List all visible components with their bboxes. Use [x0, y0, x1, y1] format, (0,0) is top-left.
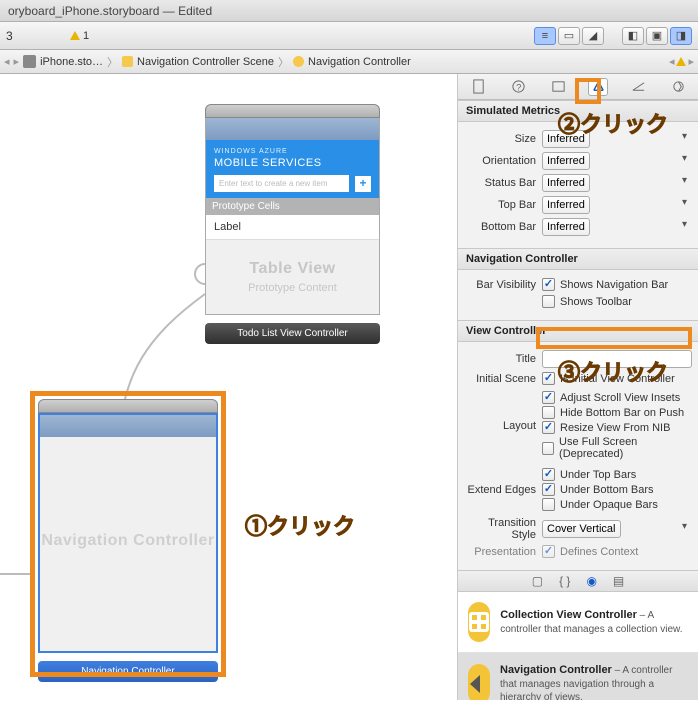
toolbar: 3 1 ≡ ▭ ◢ ◧ ▣ ◨: [0, 22, 698, 50]
toggle-utilities-button[interactable]: ◨: [670, 27, 692, 45]
status bar-select[interactable]: Inferred: [542, 174, 590, 192]
size-inspector-tab[interactable]: [628, 78, 648, 96]
scene-titlebar: [205, 104, 380, 118]
scene-label: Navigation Controller: [38, 661, 218, 682]
attributes-inspector-tab[interactable]: [588, 78, 608, 96]
azure-header: WINDOWS AZURE MOBILE SERVICES Enter text…: [206, 140, 379, 198]
inspector-tab-bar: ?: [458, 74, 698, 100]
transition-style-select[interactable]: Cover Vertical: [542, 520, 621, 538]
connections-inspector-tab[interactable]: [668, 78, 688, 96]
new-item-input[interactable]: Enter text to create a new item: [214, 175, 349, 192]
standard-editor-button[interactable]: ≡: [534, 27, 556, 45]
library-item[interactable]: Navigation Controller – A controller tha…: [458, 653, 698, 700]
toggle-debug-button[interactable]: ▣: [646, 27, 668, 45]
scene-titlebar: [38, 399, 218, 413]
crumb-file[interactable]: iPhone.sto…: [40, 56, 103, 68]
svg-text:?: ?: [516, 82, 521, 92]
storyboard-icon: [23, 55, 36, 68]
bottom bar-select[interactable]: Inferred: [542, 218, 590, 236]
editor-mode-group: ≡ ▭ ◢: [534, 27, 604, 45]
prototype-cell[interactable]: Label: [206, 215, 379, 240]
section-nav-controller: Navigation Controller: [458, 248, 698, 270]
library-item-icon: [468, 602, 490, 642]
scene-navigation-controller[interactable]: Navigation Controller Navigation Control…: [38, 399, 218, 682]
crumb-controller[interactable]: Navigation Controller: [308, 56, 411, 68]
object-library-tab[interactable]: ◉: [586, 574, 596, 588]
assistant-editor-button[interactable]: ▭: [558, 27, 580, 45]
hide-bottom-bar-on-push-checkbox[interactable]: Hide Bottom Bar on Push: [542, 406, 692, 419]
prototype-cells-header: Prototype Cells: [206, 198, 379, 215]
file-templates-tab[interactable]: ▢: [532, 574, 543, 588]
library-item[interactable]: Collection View Controller – A controlle…: [458, 592, 698, 653]
nav-bar: [40, 415, 216, 437]
nav-bar: [206, 118, 379, 140]
under-bottom-bars-checkbox[interactable]: Under Bottom Bars: [542, 483, 692, 496]
scene-label: Todo List View Controller: [205, 323, 380, 344]
shows-nav-bar-checkbox[interactable]: Shows Navigation Bar: [542, 278, 668, 291]
library-item-icon: [468, 664, 490, 700]
add-button[interactable]: +: [355, 176, 371, 192]
defines-context-checkbox[interactable]: Defines Context: [542, 545, 638, 558]
scene-todo-list[interactable]: WINDOWS AZURE MOBILE SERVICES Enter text…: [205, 104, 380, 344]
panel-toggle-group: ◧ ▣ ◨: [622, 27, 692, 45]
library-tab-bar: ▢ { } ◉ ▤: [458, 570, 698, 592]
shows-toolbar-checkbox[interactable]: Shows Toolbar: [542, 295, 632, 308]
use-full-screen-deprecated--checkbox[interactable]: Use Full Screen (Deprecated): [542, 436, 692, 460]
vc-title-input[interactable]: [542, 350, 692, 368]
under-opaque-bars-checkbox[interactable]: Under Opaque Bars: [542, 498, 692, 511]
storyboard-canvas[interactable]: WINDOWS AZURE MOBILE SERVICES Enter text…: [0, 74, 458, 700]
size-select[interactable]: Inferred: [542, 130, 590, 148]
filename: oryboard_iPhone.storyboard: [8, 4, 159, 18]
under-top-bars-checkbox[interactable]: Under Top Bars: [542, 468, 692, 481]
warning-icon: [676, 57, 686, 66]
quick-help-tab[interactable]: ?: [508, 78, 528, 96]
warning-icon: [70, 31, 80, 40]
identity-inspector-tab[interactable]: [548, 78, 568, 96]
jump-bar[interactable]: ◂▸ iPhone.sto… 〉 Navigation Controller S…: [0, 50, 698, 74]
resize-view-from-nib-checkbox[interactable]: Resize View From NIB: [542, 421, 692, 434]
is-initial-vc-checkbox[interactable]: Is Initial View Controller: [542, 372, 675, 385]
top bar-select[interactable]: Inferred: [542, 196, 590, 214]
crumb-scene[interactable]: Navigation Controller Scene: [137, 56, 274, 68]
issues-count: 3: [6, 29, 66, 43]
warning-badge[interactable]: 1: [70, 30, 89, 42]
file-inspector-tab[interactable]: [468, 78, 488, 96]
media-library-tab[interactable]: ▤: [613, 574, 624, 588]
orientation-select[interactable]: Inferred: [542, 152, 590, 170]
section-simulated-metrics: Simulated Metrics: [458, 100, 698, 122]
controller-icon: [293, 56, 304, 67]
window-titlebar: oryboard_iPhone.storyboard — Edited: [0, 0, 698, 22]
inspector-panel: ? Simulated Metrics Size InferredOrienta…: [458, 74, 698, 700]
adjust-scroll-view-insets-checkbox[interactable]: Adjust Scroll View Insets: [542, 391, 692, 404]
scene-icon: [122, 56, 133, 67]
code-snippets-tab[interactable]: { }: [559, 574, 570, 588]
nav-controller-label: Navigation Controller: [40, 437, 216, 550]
table-view-placeholder: Table View Prototype Content: [206, 240, 379, 314]
version-editor-button[interactable]: ◢: [582, 27, 604, 45]
toggle-navigator-button[interactable]: ◧: [622, 27, 644, 45]
section-view-controller: View Controller: [458, 320, 698, 342]
edit-status: Edited: [178, 4, 212, 18]
annotation-1: ①クリック: [245, 509, 355, 541]
